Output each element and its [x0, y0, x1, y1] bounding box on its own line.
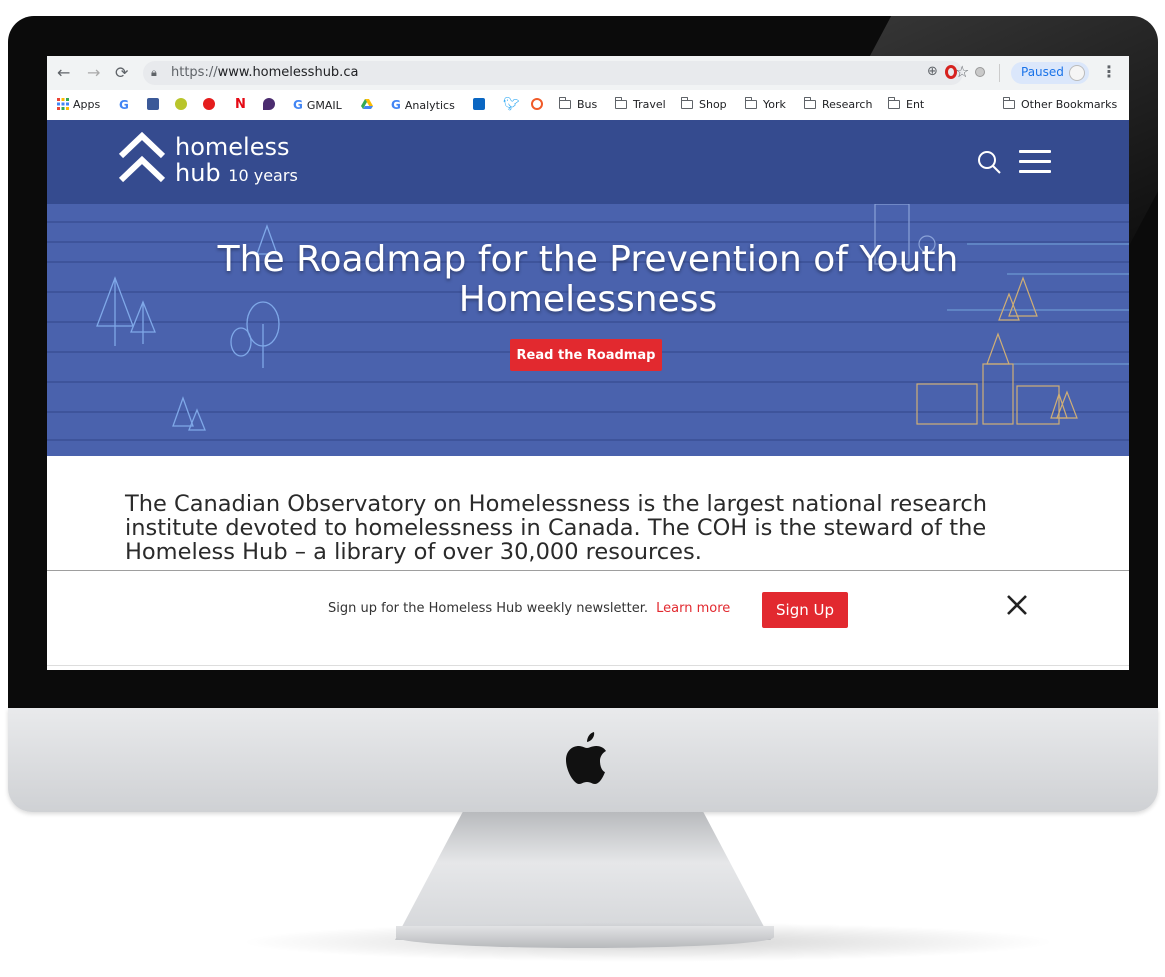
- more-menu-icon[interactable]: ⋮: [1101, 62, 1117, 81]
- bookmark-label: Shop: [699, 98, 727, 111]
- facebook-icon: [147, 98, 159, 110]
- browser-toolbar: ← → ⟳ 🔒︎ https://www.homelesshub.ca ⊕ ☆ …: [47, 56, 1129, 90]
- bookmark-travel[interactable]: Travel: [614, 97, 666, 112]
- bookmark-york[interactable]: York: [744, 97, 786, 112]
- opera-extension-icon[interactable]: [945, 65, 957, 79]
- bookmark-hootsuite[interactable]: [531, 98, 547, 112]
- sign-up-button[interactable]: Sign Up: [762, 592, 848, 628]
- bookmark-drop[interactable]: [263, 98, 279, 112]
- bookmark-label: York: [763, 98, 786, 111]
- newsletter-message: Sign up for the Homeless Hub weekly news…: [328, 601, 730, 616]
- cbc-icon: [203, 98, 215, 110]
- twitter-icon: 🐦︎: [503, 97, 520, 112]
- folder-icon: [680, 97, 693, 109]
- back-arrow-icon[interactable]: ←: [57, 62, 70, 84]
- bookmark-label: Research: [822, 98, 873, 111]
- stand-base: [396, 926, 774, 948]
- profile-button[interactable]: Paused: [1011, 62, 1089, 84]
- bookmark-other-bookmarks[interactable]: Other Bookmarks: [1002, 97, 1118, 112]
- toolbar-separator: [999, 64, 1000, 82]
- bookmark-facebook[interactable]: [147, 98, 163, 112]
- hamburger-menu-icon[interactable]: [1019, 150, 1051, 180]
- url-text[interactable]: https://www.homelesshub.ca: [171, 64, 358, 82]
- bookmark-twitter[interactable]: 🐦︎: [503, 98, 520, 112]
- bookmark-label: Bus: [577, 98, 598, 111]
- sphere-icon: [175, 98, 187, 110]
- bookmark-label: Other Bookmarks: [1021, 98, 1118, 111]
- intro-paragraph: The Canadian Observatory on Homelessness…: [125, 491, 987, 565]
- google-icon: G: [293, 98, 303, 112]
- bookmark-shop[interactable]: Shop: [680, 97, 727, 112]
- folder-icon: [614, 97, 627, 109]
- learn-more-link[interactable]: Learn more: [656, 601, 730, 616]
- folder-icon: [887, 97, 900, 109]
- bookmarks-bar: Apps G N G GMAIL G Analytics 🐦︎ Bus Travel…: [47, 90, 1129, 121]
- site-header: homeless hub 10 years: [47, 120, 1129, 204]
- folder-icon: [558, 97, 571, 109]
- logo-years: 10 years: [228, 166, 298, 185]
- google-icon: G: [391, 98, 401, 112]
- bookmark-bus[interactable]: Bus: [558, 97, 598, 112]
- hootsuite-icon: [531, 98, 543, 110]
- bookmark-label: Ent: [906, 98, 925, 111]
- monitor-stand: [395, 812, 771, 940]
- bookmark-linkedin[interactable]: [473, 98, 489, 112]
- read-the-roadmap-button[interactable]: Read the Roadmap: [510, 339, 662, 371]
- bookmark-star-icon[interactable]: ☆: [955, 62, 969, 81]
- search-icon[interactable]: [977, 150, 1001, 174]
- drive-icon: [361, 99, 373, 109]
- bookmark-label: Apps: [73, 98, 101, 111]
- bookmark-research[interactable]: Research: [803, 97, 873, 112]
- bookmark-sphere[interactable]: [175, 98, 191, 112]
- hero-title-line-2: Homelessness: [458, 279, 718, 320]
- linkedin-icon: [473, 98, 485, 110]
- bookmark-cbc[interactable]: [203, 98, 219, 112]
- url-scheme: https://: [171, 65, 218, 80]
- address-bar[interactable]: 🔒︎ https://www.homelesshub.ca ⊕ ☆: [143, 61, 969, 85]
- reload-icon[interactable]: ⟳: [115, 62, 128, 84]
- close-icon[interactable]: [1005, 593, 1029, 617]
- folder-icon: [744, 97, 757, 109]
- bookmark-label: Travel: [633, 98, 666, 111]
- hero-title-line-1: The Roadmap for the Prevention of Youth: [217, 239, 959, 280]
- logo-word-homeless[interactable]: homeless: [175, 134, 289, 160]
- hero-banner: The Roadmap for the Prevention of Youth …: [47, 204, 1129, 456]
- bookmark-gmail[interactable]: G GMAIL: [293, 98, 342, 112]
- newsletter-banner: Sign up for the Homeless Hub weekly news…: [47, 570, 1129, 670]
- zoom-icon[interactable]: ⊕: [927, 64, 938, 79]
- bookmark-label: Analytics: [404, 99, 455, 112]
- bookmark-analytics[interactable]: G Analytics: [391, 98, 455, 112]
- avatar: [1069, 65, 1085, 81]
- newsletter-divider: [47, 665, 1129, 666]
- url-host: www.homelesshub.ca: [217, 65, 359, 80]
- apps-grid-icon: [57, 98, 69, 110]
- netflix-icon: N: [235, 97, 246, 112]
- lock-icon: 🔒︎: [151, 66, 157, 79]
- folder-icon: [1002, 97, 1015, 109]
- bookmark-apps[interactable]: Apps: [57, 98, 100, 112]
- forward-arrow-icon[interactable]: →: [87, 62, 100, 84]
- apple-logo-icon: [566, 732, 606, 784]
- bookmark-label: GMAIL: [306, 99, 342, 112]
- bookmark-netflix[interactable]: N: [235, 98, 246, 112]
- homeless-hub-chevron-icon[interactable]: [117, 132, 167, 184]
- logo-hub: hub: [175, 159, 221, 187]
- logo-word-hub[interactable]: hub 10 years: [175, 160, 298, 189]
- bookmark-ent[interactable]: Ent: [887, 97, 925, 112]
- drop-icon: [263, 98, 275, 110]
- screen: ← → ⟳ 🔒︎ https://www.homelesshub.ca ⊕ ☆ …: [47, 56, 1129, 670]
- google-icon: G: [119, 98, 129, 112]
- hero-title: The Roadmap for the Prevention of Youth …: [47, 240, 1129, 320]
- extension-icon[interactable]: [975, 67, 985, 77]
- profile-status: Paused: [1021, 65, 1064, 79]
- newsletter-text: Sign up for the Homeless Hub weekly news…: [328, 601, 648, 616]
- bookmark-drive[interactable]: [361, 98, 377, 112]
- bookmark-google[interactable]: G: [119, 98, 133, 112]
- folder-icon: [803, 97, 816, 109]
